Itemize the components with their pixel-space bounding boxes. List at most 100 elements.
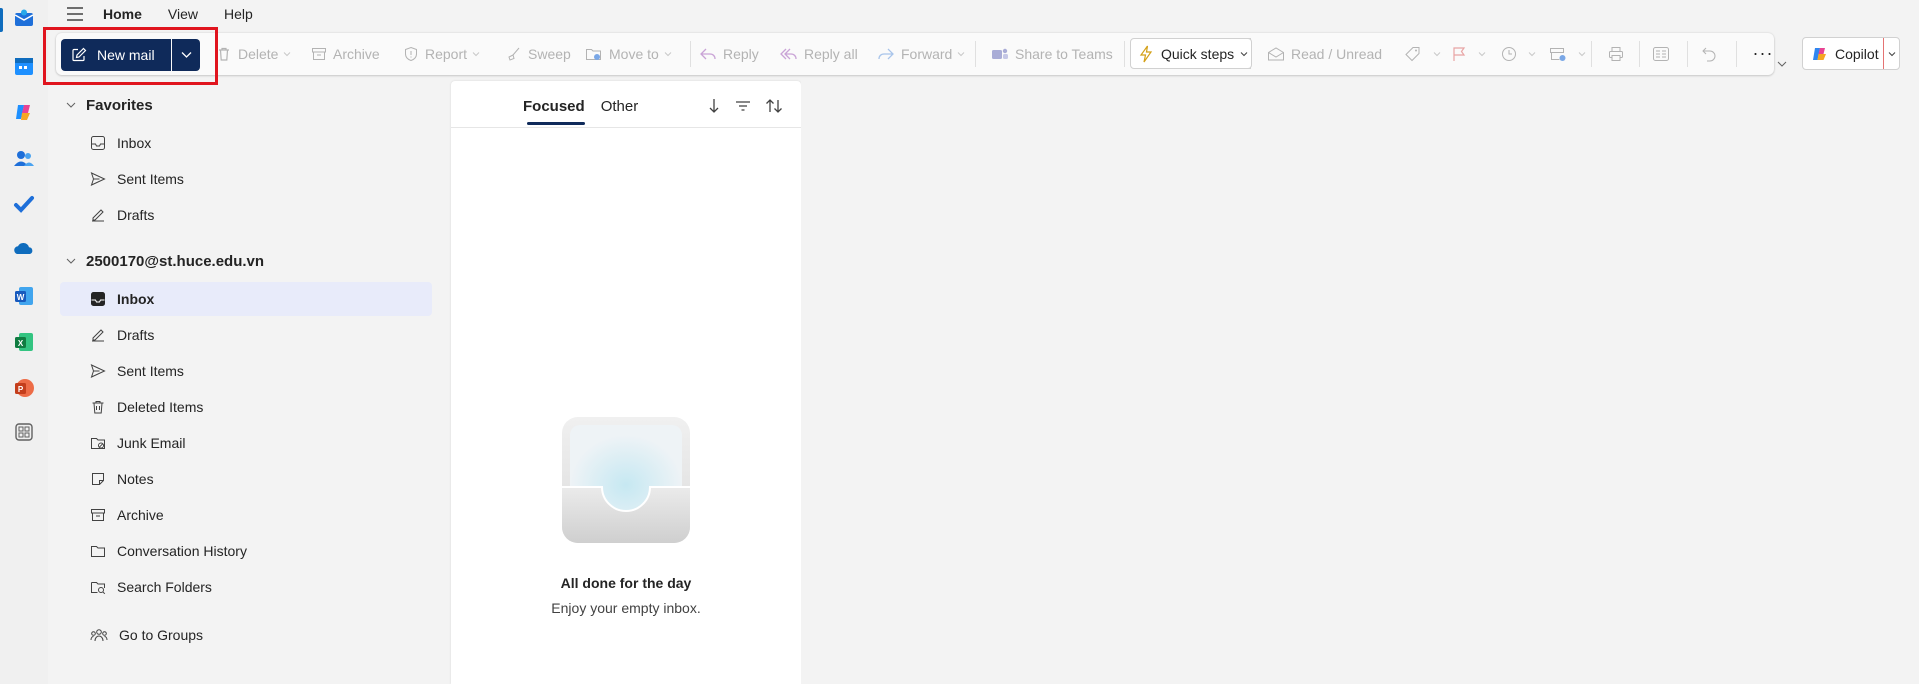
powerpoint-icon[interactable]: P	[10, 374, 38, 402]
undo-icon	[1702, 47, 1716, 62]
reading-pane	[801, 81, 1919, 684]
more-options-button[interactable]: ···	[1752, 38, 1774, 68]
folder-drafts[interactable]: Drafts	[60, 318, 432, 352]
folder-label: Drafts	[117, 327, 155, 343]
printer-icon	[1609, 47, 1623, 61]
calendar-icon[interactable]	[10, 52, 38, 80]
snooze-button[interactable]	[1501, 42, 1536, 66]
forward-button[interactable]: Forward	[877, 42, 965, 66]
sweep-button[interactable]: Sweep	[506, 42, 571, 66]
account-header[interactable]: 2500170@st.huce.edu.vn	[66, 246, 264, 276]
svg-text:W: W	[17, 293, 25, 302]
chevron-down-icon	[1240, 51, 1248, 56]
reply-all-icon	[780, 48, 797, 60]
more-apps-icon[interactable]	[10, 418, 38, 446]
favorite-inbox[interactable]: Inbox	[60, 126, 432, 160]
forward-icon	[878, 48, 894, 60]
rules-icon	[1550, 48, 1566, 61]
report-button[interactable]: Report	[403, 42, 480, 66]
tab-home[interactable]: Home	[90, 0, 155, 28]
trash-icon	[92, 401, 104, 414]
favorite-sent-items[interactable]: Sent Items	[60, 162, 432, 196]
reply-icon	[700, 48, 716, 60]
mail-icon[interactable]	[10, 5, 38, 33]
folder-label: Notes	[117, 471, 154, 487]
chevron-down-icon	[1777, 61, 1787, 67]
people-icon[interactable]	[10, 144, 38, 172]
print-button[interactable]	[1608, 42, 1630, 66]
ribbon-toolbar: Delete Archive Report Sweep Move to Repl…	[56, 33, 1774, 75]
go-to-groups-link[interactable]: Go to Groups	[60, 618, 432, 652]
tab-help[interactable]: Help	[211, 0, 266, 28]
folder-conversation-history[interactable]: Conversation History	[60, 534, 432, 568]
ribbon-expand-button[interactable]	[1777, 55, 1787, 73]
copilot-app-icon[interactable]	[10, 98, 38, 126]
favorite-drafts[interactable]: Drafts	[60, 198, 432, 232]
folder-sent-items[interactable]: Sent Items	[60, 354, 432, 388]
chevron-down-icon	[1578, 52, 1586, 57]
archive-icon	[91, 509, 105, 521]
junk-icon	[91, 438, 105, 449]
quick-steps-label: Quick steps	[1161, 45, 1235, 62]
copilot-dropdown[interactable]	[1883, 38, 1899, 69]
trash-icon	[219, 47, 229, 61]
reply-all-button[interactable]: Reply all	[780, 42, 858, 66]
go-to-groups-label: Go to Groups	[119, 627, 204, 643]
teams-icon	[992, 48, 1008, 59]
copilot-icon	[1813, 47, 1826, 60]
sort-icon[interactable]	[765, 98, 783, 119]
tag-icon	[1405, 47, 1420, 62]
read-unread-label: Read / Unread	[1291, 46, 1383, 62]
folder-search-folders[interactable]: Search Folders	[60, 570, 432, 604]
folder-move-icon	[586, 49, 601, 60]
tab-focused[interactable]: Focused	[523, 95, 585, 125]
favorites-header[interactable]: Favorites	[66, 90, 153, 120]
folder-inbox[interactable]: Inbox	[60, 282, 432, 316]
reply-button[interactable]: Reply	[699, 42, 759, 66]
hamburger-menu-icon[interactable]	[60, 0, 90, 28]
envelope-open-icon	[1268, 47, 1284, 61]
archive-icon	[312, 48, 326, 60]
folder-junk-email[interactable]: Junk Email	[60, 426, 432, 460]
word-icon[interactable]: W	[10, 282, 38, 310]
folder-label: Drafts	[117, 207, 155, 223]
chevron-down-icon	[1888, 51, 1895, 56]
ribbon-divider	[690, 41, 691, 67]
ribbon-divider	[1639, 41, 1640, 67]
app-rail: W X P	[0, 0, 48, 684]
tab-view[interactable]: View	[155, 0, 211, 28]
todo-icon[interactable]	[10, 190, 38, 218]
folder-label: Deleted Items	[117, 399, 204, 415]
folder-archive[interactable]: Archive	[60, 498, 432, 532]
onedrive-icon[interactable]	[10, 235, 38, 263]
flag-button[interactable]	[1451, 42, 1486, 66]
quick-steps-dropdown[interactable]	[1237, 38, 1252, 69]
immersive-reader-button[interactable]	[1652, 42, 1676, 66]
jump-to-icon[interactable]	[707, 98, 721, 119]
move-to-button[interactable]: Move to	[585, 42, 672, 66]
chevron-down-icon	[958, 52, 965, 57]
broom-icon	[508, 47, 520, 61]
filter-icon[interactable]	[735, 99, 751, 117]
move-to-label: Move to	[609, 46, 659, 62]
folder-label: Junk Email	[117, 435, 186, 451]
tag-button[interactable]	[1404, 42, 1441, 66]
annotation-highlight-box	[43, 27, 218, 85]
drafts-icon	[92, 329, 104, 342]
rules-button[interactable]	[1549, 42, 1586, 66]
undo-button[interactable]	[1701, 42, 1723, 66]
delete-button[interactable]: Delete	[216, 42, 291, 66]
ribbon-divider	[1736, 41, 1737, 67]
empty-inbox-illustration	[560, 415, 692, 550]
layout-icon	[1653, 47, 1669, 61]
folder-notes[interactable]: Notes	[60, 462, 432, 496]
folder-deleted-items[interactable]: Deleted Items	[60, 390, 432, 424]
lightning-icon	[1139, 45, 1153, 62]
share-to-teams-button[interactable]: Share to Teams	[991, 42, 1113, 66]
tab-other[interactable]: Other	[601, 95, 639, 121]
excel-icon[interactable]: X	[10, 328, 38, 356]
ribbon-divider	[1687, 41, 1688, 67]
archive-button[interactable]: Archive	[311, 42, 380, 66]
read-unread-button[interactable]: Read / Unread	[1267, 42, 1382, 66]
quick-steps-button[interactable]: Quick steps	[1130, 38, 1251, 69]
